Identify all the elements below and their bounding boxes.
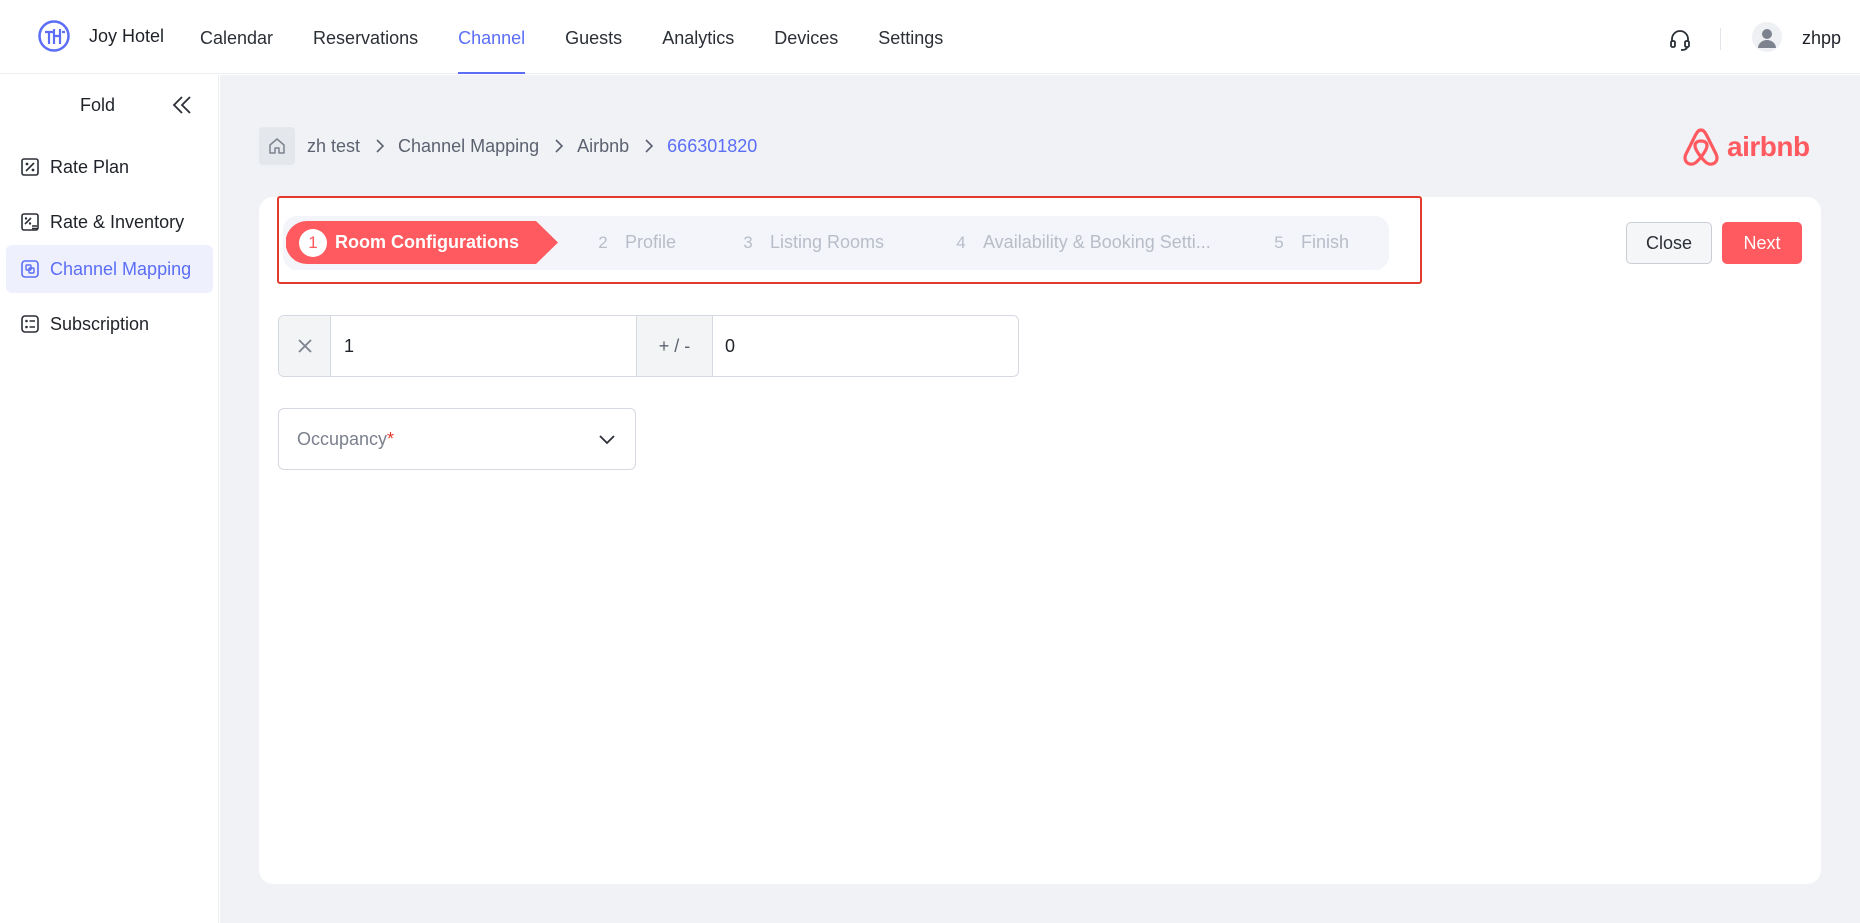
step-number: 2 bbox=[598, 232, 608, 252]
close-button[interactable]: Close bbox=[1626, 222, 1712, 264]
nav-devices[interactable]: Devices bbox=[774, 0, 838, 74]
nav-channel[interactable]: Channel bbox=[458, 0, 526, 74]
required-mark: * bbox=[387, 428, 395, 449]
hotel-logo-icon[interactable] bbox=[38, 20, 70, 52]
username[interactable]: zhpp bbox=[1802, 28, 1841, 49]
adjustment-input[interactable]: 0 bbox=[713, 316, 1018, 376]
breadcrumb: zh test Channel Mapping Airbnb 666301820 bbox=[259, 127, 757, 165]
sidebar-item-label: Subscription bbox=[50, 313, 150, 334]
step-number: 3 bbox=[743, 232, 753, 252]
main-content: zh test Channel Mapping Airbnb 666301820… bbox=[220, 75, 1860, 923]
step-listing-rooms[interactable]: 3 Listing Rooms bbox=[734, 221, 884, 264]
step-label: Availability & Booking Setti... bbox=[983, 232, 1211, 252]
avatar[interactable] bbox=[1752, 22, 1782, 52]
nav-reservations[interactable]: Reservations bbox=[313, 0, 418, 74]
step-finish[interactable]: 5 Finish bbox=[1265, 221, 1349, 264]
nav-guests[interactable]: Guests bbox=[565, 0, 622, 74]
home-button[interactable] bbox=[259, 127, 295, 165]
rate-adjustment-group: 1 + / - 0 bbox=[278, 315, 1019, 377]
breadcrumb-listing-id: 666301820 bbox=[667, 135, 758, 156]
step-number: 1 bbox=[299, 228, 327, 257]
main-nav: Calendar Reservations Channel Guests Ana… bbox=[200, 0, 983, 74]
sidebar-item-subscription[interactable]: Subscription bbox=[6, 300, 213, 348]
headset-support-icon[interactable] bbox=[1668, 28, 1692, 52]
step-profile[interactable]: 2 Profile bbox=[589, 221, 676, 264]
next-button[interactable]: Next bbox=[1722, 222, 1802, 264]
collapse-chevrons-icon[interactable] bbox=[170, 93, 194, 117]
nav-settings[interactable]: Settings bbox=[878, 0, 943, 74]
sidebar-item-rate-plan[interactable]: Rate Plan bbox=[6, 143, 213, 191]
hotel-name[interactable]: Joy Hotel bbox=[89, 26, 164, 47]
rate-plan-icon bbox=[21, 158, 39, 176]
multiply-addon bbox=[279, 316, 331, 376]
plus-minus-addon: + / - bbox=[637, 316, 713, 376]
step-room-configurations[interactable]: 1 Room Configurations bbox=[299, 221, 519, 264]
chevron-right-icon bbox=[555, 139, 564, 153]
sidebar-item-label: Rate Plan bbox=[50, 156, 130, 177]
sidebar: Fold Rate Plan Rate & Inventory Channel … bbox=[0, 75, 219, 923]
multiply-icon bbox=[297, 339, 312, 353]
sidebar-item-label: Rate & Inventory bbox=[50, 211, 185, 232]
rate-inventory-icon bbox=[21, 213, 39, 231]
breadcrumb-channel-mapping[interactable]: Channel Mapping bbox=[398, 136, 539, 157]
chevron-right-icon bbox=[645, 139, 654, 153]
airbnb-wordmark: airbnb bbox=[1727, 131, 1810, 162]
nav-analytics[interactable]: Analytics bbox=[662, 0, 734, 74]
sidebar-item-channel-mapping[interactable]: Channel Mapping bbox=[6, 245, 213, 293]
room-configuration-card: 1 Room Configurations 2 Profile 3 Listin… bbox=[259, 196, 1821, 884]
subscription-icon bbox=[21, 315, 39, 333]
airbnb-logo: airbnb bbox=[1681, 125, 1810, 169]
airbnb-belo-icon bbox=[1683, 128, 1719, 166]
home-icon bbox=[269, 138, 285, 154]
breadcrumb-property[interactable]: zh test bbox=[307, 136, 360, 157]
step-label: Room Configurations bbox=[335, 232, 519, 252]
step-label: Profile bbox=[625, 232, 677, 252]
top-navigation-bar: Joy Hotel Calendar Reservations Channel … bbox=[0, 0, 1860, 74]
header-divider bbox=[1720, 28, 1721, 50]
occupancy-select[interactable]: Occupancy * bbox=[278, 408, 636, 470]
step-number: 4 bbox=[956, 232, 966, 252]
step-label: Listing Rooms bbox=[770, 232, 885, 252]
user-icon bbox=[1758, 29, 1776, 48]
step-number: 5 bbox=[1274, 232, 1284, 252]
channel-mapping-icon bbox=[21, 260, 39, 278]
nav-calendar[interactable]: Calendar bbox=[200, 0, 273, 74]
multiplier-input[interactable]: 1 bbox=[331, 316, 637, 376]
fold-label[interactable]: Fold bbox=[80, 95, 115, 116]
occupancy-placeholder: Occupancy bbox=[297, 428, 388, 449]
chevron-right-icon bbox=[376, 139, 385, 153]
sidebar-item-rate-inventory[interactable]: Rate & Inventory bbox=[6, 198, 213, 246]
breadcrumb-airbnb[interactable]: Airbnb bbox=[577, 136, 629, 157]
stepper: 1 Room Configurations 2 Profile 3 Listin… bbox=[283, 216, 1389, 270]
sidebar-item-label: Channel Mapping bbox=[50, 258, 192, 279]
chevron-down-icon bbox=[599, 435, 615, 445]
step-availability-booking[interactable]: 4 Availability & Booking Setti... bbox=[947, 221, 1211, 264]
step-label: Finish bbox=[1301, 232, 1350, 252]
